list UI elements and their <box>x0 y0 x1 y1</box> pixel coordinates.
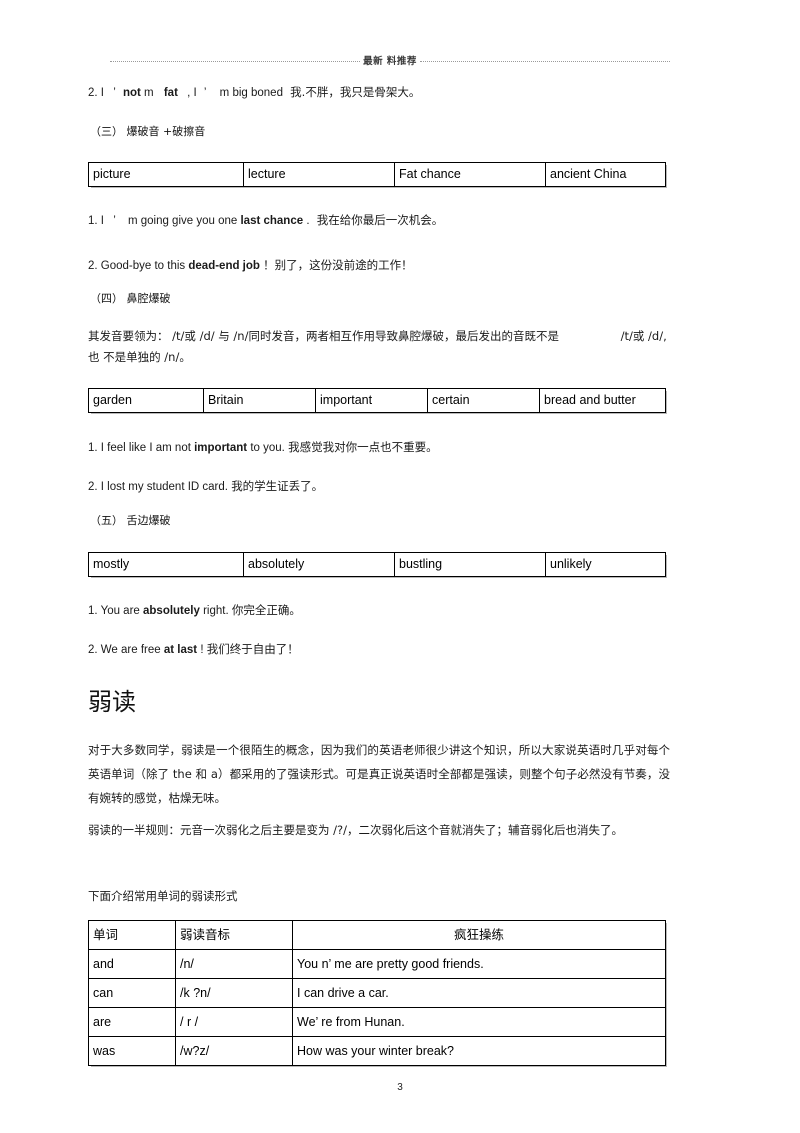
table-affricate: picture lecture Fat chance ancient China <box>88 162 666 187</box>
sentence-number: 2. I <box>88 87 104 99</box>
column-header-practice: 疯狂操练 <box>292 920 666 950</box>
cell-word: garden <box>88 388 204 413</box>
table-row: mostly absolutely bustling unlikely <box>88 552 666 577</box>
cell-word: and <box>88 949 176 979</box>
cell-practice: I can drive a car. <box>292 978 666 1008</box>
cell-word: was <box>88 1036 176 1066</box>
cell-practice: How was your winter break? <box>292 1036 666 1066</box>
cell-word: ancient China <box>545 162 666 187</box>
table-row: can /k ?n/ I can drive a car. <box>88 978 666 1008</box>
document-page: 最新 料推荐 2. I ’ not m fat , I ’ m big bone… <box>0 0 800 1133</box>
text-right: right. <box>203 605 229 617</box>
text-going-give: m going give you one <box>127 215 238 227</box>
table-nasal: garden Britain important certain bread a… <box>88 388 666 413</box>
weak-reading-paragraph: 对于大多数同学，弱读是一个很陌生的概念，因为我们的英语老师很少讲这个知识，所以大… <box>88 743 670 805</box>
cell-phonetic: / r / <box>175 1007 293 1037</box>
text-comma-i: , I <box>187 87 197 99</box>
nasal-explanation-line1: 其发音要领为： /t/或 /d/ 与 /n/同时发音，两者相互作用导致鼻腔爆破，… <box>88 329 559 343</box>
text-we-are-free: 2. We are free <box>88 644 164 656</box>
translation-cn: 我在给你最后一次机会。 <box>316 213 444 227</box>
example-sentence-fat: 2. I ’ not m fat , I ’ m big boned 我.不胖，… <box>88 84 420 102</box>
bold-word-important: important <box>194 442 248 454</box>
apostrophe-2: ’ <box>203 87 207 99</box>
bold-phrase-at-last: at last <box>163 644 198 656</box>
cell-word: important <box>315 388 428 413</box>
table-row: picture lecture Fat chance ancient China <box>88 162 666 187</box>
cell-word: picture <box>88 162 244 187</box>
table-row: garden Britain important certain bread a… <box>88 388 666 413</box>
bold-phrase-dead-end-job: dead-end job <box>188 260 260 272</box>
weak-reading-rule: 弱读的一半规则：元音一次弱化之后主要是变为 /?/，二次弱化后这个音就消失了；辅… <box>88 823 624 837</box>
example-sentence-last-chance: 1. I ’ m going give you one last chance … <box>88 212 443 230</box>
cell-phonetic: /n/ <box>175 949 293 979</box>
cell-word: unlikely <box>545 552 666 577</box>
translation-cn: ！别了，这份没前途的工作！ <box>263 258 413 272</box>
text-feel-like: 1. I feel like I am not <box>88 442 195 454</box>
table-row: are / r / We’ re from Hunan. <box>88 1007 666 1037</box>
table-weak-forms: 单词 弱读音标 疯狂操练 and /n/ You n’ me are prett… <box>88 920 666 1066</box>
translation-cn: 你完全正确。 <box>231 603 301 617</box>
cell-practice: We’ re from Hunan. <box>292 1007 666 1037</box>
section-heading-5: （五） 舌边爆破 <box>90 514 171 527</box>
section-heading-4: （四） 鼻腔爆破 <box>90 292 171 305</box>
column-header-phonetic: 弱读音标 <box>175 920 293 950</box>
table-header-row: 单词 弱读音标 疯狂操练 <box>88 920 666 950</box>
text-lost-id: 2. I lost my student ID card. <box>88 481 228 493</box>
column-header-word: 单词 <box>88 920 176 950</box>
bold-word-absolutely: absolutely <box>143 605 200 617</box>
cell-phonetic: /k ?n/ <box>175 978 293 1008</box>
example-sentence-id-card: 2. I lost my student ID card. 我的学生证丢了。 <box>88 478 323 496</box>
page-number: 3 <box>397 1082 403 1093</box>
table-row: was /w?z/ How was your winter break? <box>88 1036 666 1066</box>
text-big-boned: m big boned <box>219 87 283 99</box>
cell-word: bread and butter <box>539 388 666 413</box>
text-period: . <box>306 215 310 227</box>
cell-word: bustling <box>394 552 546 577</box>
header-title: 最新 料推荐 <box>363 56 417 67</box>
cell-word: Fat chance <box>394 162 546 187</box>
text-to-you: to you. <box>250 442 285 454</box>
running-header: 最新 料推荐 <box>110 52 670 68</box>
example-sentence-dead-end: 2. Good-bye to this dead-end job ！别了，这份没… <box>88 257 413 275</box>
text-goodbye: 2. Good-bye to this <box>88 260 189 272</box>
sentence-number: 1. I <box>88 215 104 227</box>
weak-forms-intro: 下面介绍常用单词的弱读形式 <box>88 889 238 903</box>
cell-practice: You n’ me are pretty good friends. <box>292 949 666 979</box>
cell-phonetic: /w?z/ <box>175 1036 293 1066</box>
translation-cn: 我们终于自由了！ <box>206 642 299 656</box>
text-you-are: 1. You are <box>88 605 143 617</box>
table-row: and /n/ You n’ me are pretty good friend… <box>88 949 666 979</box>
bold-phrase-last-chance: last chance <box>240 215 304 227</box>
cell-word: are <box>88 1007 176 1037</box>
translation-cn: 我.不胖，我只是骨架大。 <box>290 85 421 99</box>
cell-word: Britain <box>203 388 316 413</box>
translation-cn: 我感觉我对你一点也不重要。 <box>288 440 438 454</box>
cell-word: absolutely <box>243 552 395 577</box>
section-heading-3: （三） 爆破音 +破擦音 <box>90 125 206 138</box>
nasal-explanation: 其发音要领为： /t/或 /d/ 与 /n/同时发音，两者相互作用导致鼻腔爆破，… <box>88 326 678 368</box>
page-title-weak-reading: 弱读 <box>88 688 136 716</box>
apostrophe: ’ <box>113 87 116 99</box>
example-sentence-important: 1. I feel like I am not important to you… <box>88 439 438 457</box>
header-rule-left <box>110 61 361 63</box>
text-exclamation: ! <box>200 644 204 656</box>
header-rule-right <box>419 61 670 63</box>
bold-word-not: not <box>122 87 141 99</box>
example-sentence-absolutely: 1. You are absolutely right. 你完全正确。 <box>88 602 301 620</box>
cell-word: mostly <box>88 552 244 577</box>
cell-word: can <box>88 978 176 1008</box>
apostrophe: ’ <box>113 215 116 227</box>
table-lateral: mostly absolutely bustling unlikely <box>88 552 666 577</box>
cell-word: certain <box>427 388 540 413</box>
text-m: m <box>144 87 154 99</box>
bold-word-fat: fat <box>163 87 178 99</box>
example-sentence-at-last: 2. We are free at last ! 我们终于自由了！ <box>88 641 299 659</box>
cell-word: lecture <box>243 162 395 187</box>
nasal-explanation-line2: 不是单独的 /n/。 <box>103 350 191 364</box>
translation-cn: 我的学生证丢了。 <box>231 479 324 493</box>
